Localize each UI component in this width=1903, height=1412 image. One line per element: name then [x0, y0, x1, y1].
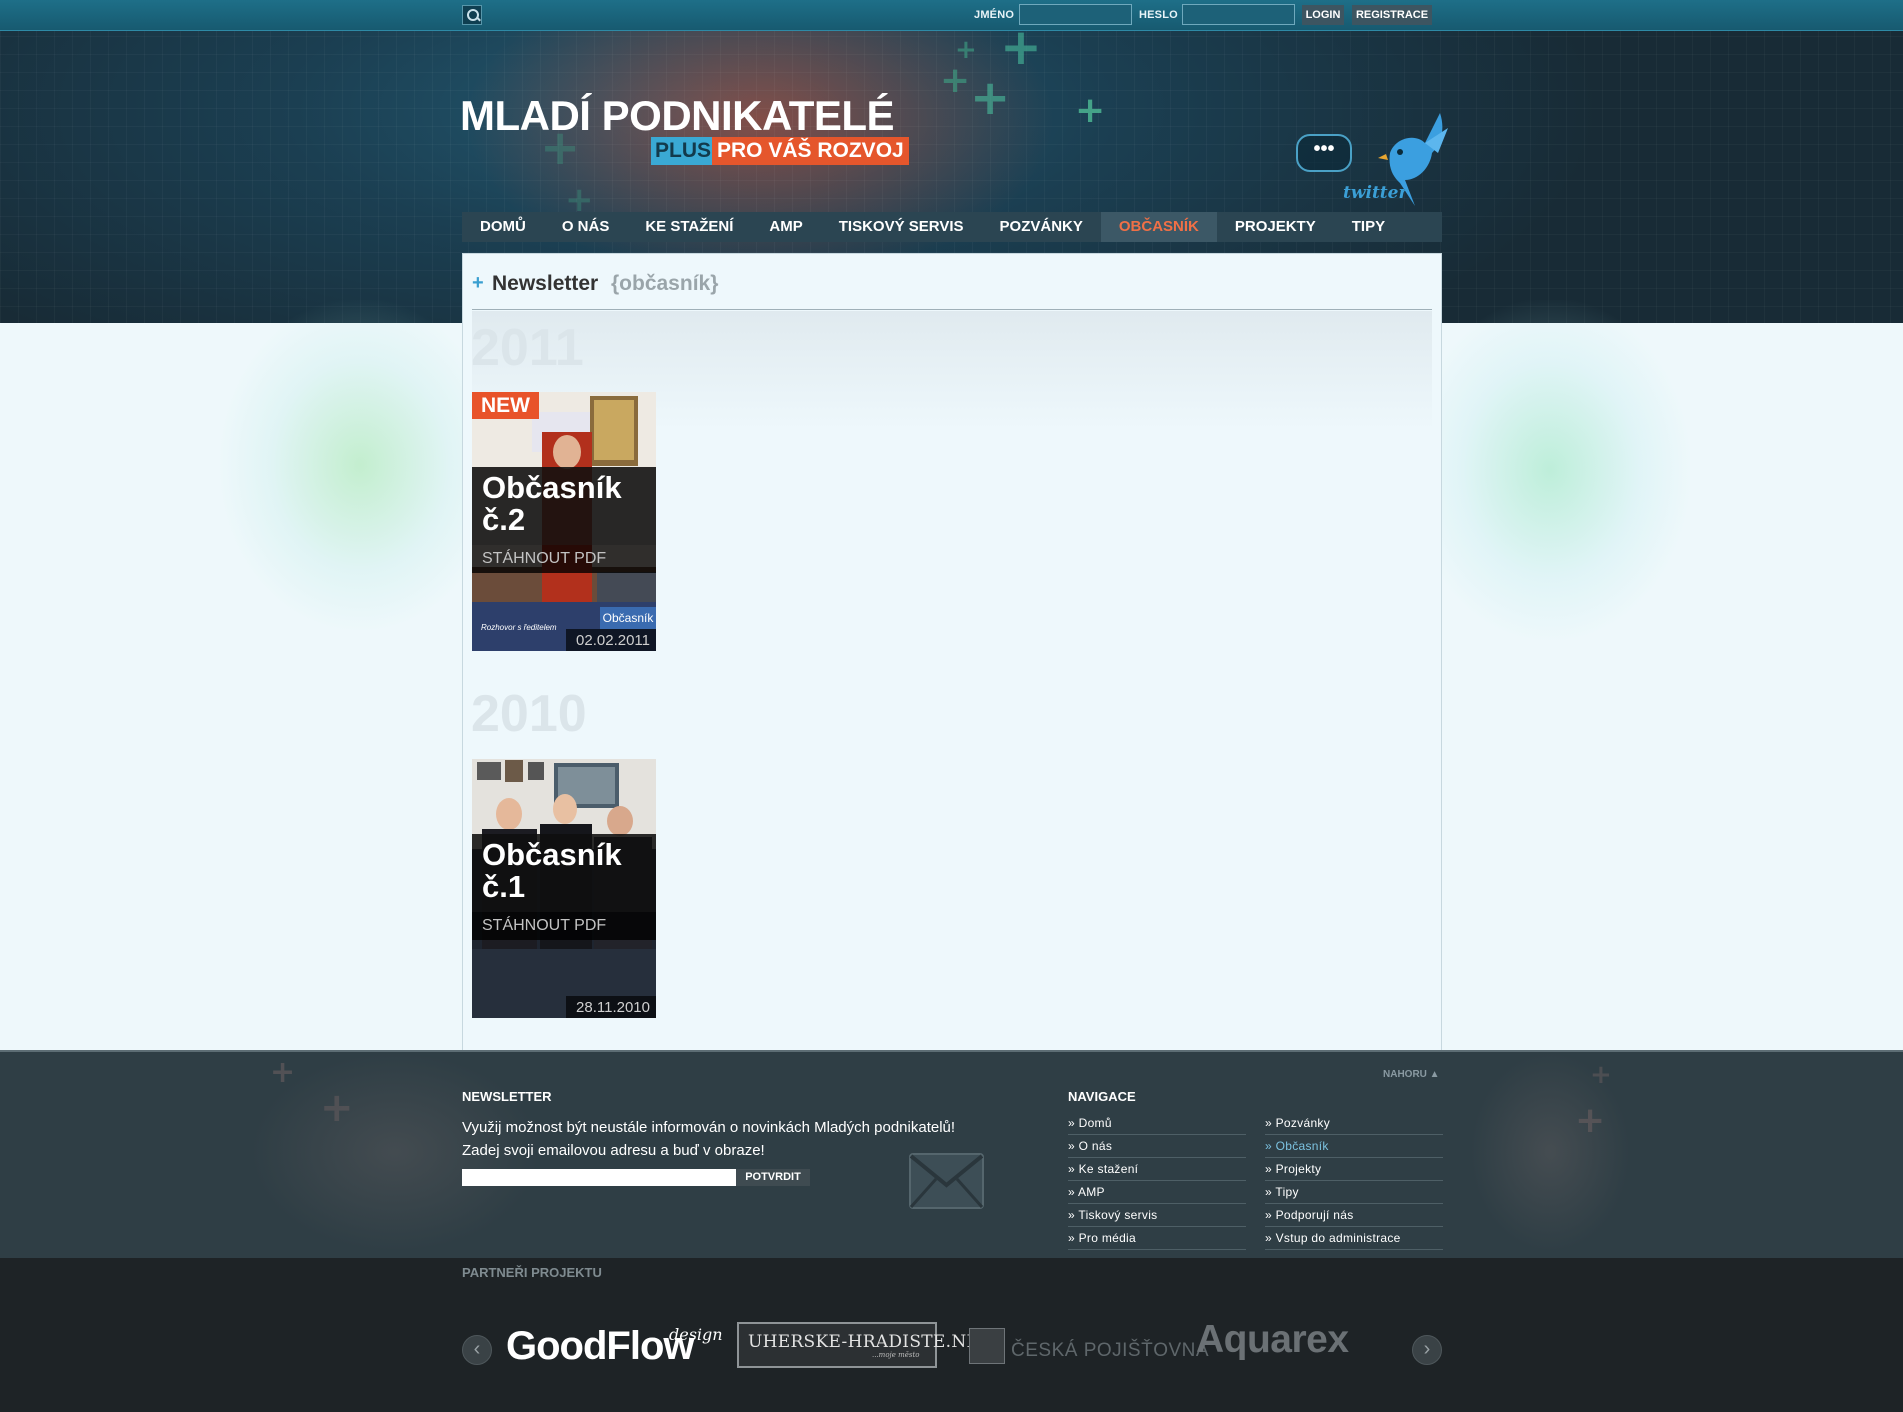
footer-nav-link[interactable]: » Občasník	[1265, 1135, 1443, 1158]
plus-decoration: +	[320, 1085, 354, 1131]
footer-nav-link[interactable]: » Vstup do administrace	[1265, 1227, 1443, 1250]
title-divider	[472, 309, 1432, 310]
year-heading: 2010	[471, 685, 587, 743]
twitter-label[interactable]: twitter	[1343, 183, 1407, 203]
register-button[interactable]: REGISTRACE	[1352, 5, 1432, 25]
nav-item-tipy[interactable]: TIPY	[1334, 212, 1403, 242]
new-badge: NEW	[472, 392, 539, 419]
partners-heading: PARTNEŘI PROJEKTU	[462, 1265, 602, 1280]
year-heading: 2011	[471, 319, 584, 377]
plus-decoration: +	[970, 70, 1011, 126]
partner-logo-aquarex[interactable]: Aquarex	[1196, 1318, 1349, 1362]
nav-item-obcasnik[interactable]: OBČASNÍK	[1100, 212, 1217, 242]
password-label: HESLO	[1139, 9, 1178, 21]
newsletter-heading: NEWSLETTER	[462, 1089, 552, 1104]
newsletter-card[interactable]: Občasník č.1 STÁHNOUT PDF 28.11.2010	[472, 759, 656, 1018]
page-subtitle: {občasník}	[611, 272, 719, 295]
svg-text:Občasník: Občasník	[603, 611, 655, 625]
logo-plus-badge: PLUS	[651, 137, 716, 165]
nav-item-ke-stazeni[interactable]: KE STAŽENÍ	[627, 212, 751, 242]
svg-text:Rozhovor s ředitelem: Rozhovor s ředitelem	[481, 623, 557, 632]
footer-nav-link[interactable]: » Podporují nás	[1265, 1204, 1443, 1227]
partner-uh-subtext: ...moje město	[872, 1351, 920, 1359]
footer-nav-link[interactable]: » Tipy	[1265, 1181, 1443, 1204]
plus-decoration: +	[270, 1055, 296, 1090]
back-to-top-link[interactable]: NAHORU ▲	[1383, 1069, 1440, 1080]
username-input[interactable]	[1019, 4, 1132, 25]
newsletter-email-input[interactable]	[462, 1169, 736, 1186]
newsletter-date: 02.02.2011	[576, 632, 650, 649]
background-glow	[1410, 300, 1690, 640]
footer-nav-link[interactable]: » Pozvánky	[1265, 1112, 1443, 1135]
footer-nav-link[interactable]: » Ke stažení	[1068, 1158, 1246, 1181]
footer-nav-link[interactable]: » AMP	[1068, 1181, 1246, 1204]
envelope-icon	[909, 1153, 984, 1209]
carousel-prev-button[interactable]: ‹	[462, 1335, 492, 1365]
footer-nav-link[interactable]: » O nás	[1068, 1135, 1246, 1158]
plus-decoration: +	[1075, 90, 1106, 131]
background-glow	[220, 300, 500, 630]
plus-decoration: +	[1590, 1060, 1612, 1090]
carousel-next-button[interactable]: ›	[1412, 1335, 1442, 1365]
footer-nav-link[interactable]: » Projekty	[1265, 1158, 1443, 1181]
partner-logo-ceska-pojistovna[interactable]: ČESKÁ POJIŠŤOVNA	[1011, 1340, 1209, 1362]
partner-uh-text: UHERSKE-HRADISTE.NET	[748, 1332, 991, 1352]
download-pdf-link[interactable]: STÁHNOUT PDF	[482, 550, 606, 568]
newsletter-date: 28.11.2010	[576, 999, 650, 1016]
site-logo-title[interactable]: MLADÍ PODNIKATELÉ	[460, 92, 895, 140]
newsletter-submit-button[interactable]: POTVRDIT	[736, 1169, 810, 1186]
footer-nav-link[interactable]: » Domů	[1068, 1112, 1246, 1135]
main-navigation: DOMŮ O NÁS KE STAŽENÍ AMP TISKOVÝ SERVIS…	[462, 212, 1442, 242]
plus-decoration: +	[940, 60, 971, 101]
nav-item-domu[interactable]: DOMŮ	[462, 212, 544, 242]
nav-item-tiskovy-servis[interactable]: TISKOVÝ SERVIS	[821, 212, 982, 242]
login-button[interactable]: LOGIN	[1302, 5, 1344, 25]
navigation-heading: NAVIGACE	[1068, 1089, 1136, 1104]
title-plus-icon: +	[472, 272, 484, 294]
partner-logo-goodflow-design: design	[669, 1325, 723, 1344]
newsletter-card[interactable]: Občasník Rozhovor s ředitelem Občasník č…	[472, 392, 656, 651]
nav-item-amp[interactable]: AMP	[751, 212, 820, 242]
password-input[interactable]	[1182, 4, 1295, 25]
footer-nav-link[interactable]: » Tiskový servis	[1068, 1204, 1246, 1227]
download-pdf-link[interactable]: STÁHNOUT PDF	[482, 917, 606, 935]
newsletter-text: Využij možnost být neustále informován o…	[462, 1119, 956, 1159]
twitter-speech-bubble[interactable]: •••	[1296, 134, 1352, 172]
search-button[interactable]	[462, 5, 482, 25]
newsletter-title[interactable]: Občasník č.2	[482, 472, 652, 536]
page-title: Newsletter	[492, 272, 599, 295]
logo-tagline: PRO VÁŠ ROZVOJ	[712, 137, 909, 165]
plus-decoration: +	[1575, 1100, 1606, 1141]
nav-item-projekty[interactable]: PROJEKTY	[1217, 212, 1334, 242]
top-bar	[0, 0, 1903, 31]
partner-logo-goodflow[interactable]: GoodFlow	[506, 1324, 695, 1369]
nav-item-o-nas[interactable]: O NÁS	[544, 212, 628, 242]
ceska-pojistovna-emblem-icon	[969, 1328, 1005, 1364]
nav-item-pozvanky[interactable]: POZVÁNKY	[982, 212, 1101, 242]
username-label: JMÉNO	[974, 9, 1015, 21]
newsletter-title[interactable]: Občasník č.1	[482, 839, 652, 903]
footer-nav-link[interactable]: » Pro média	[1068, 1227, 1246, 1250]
